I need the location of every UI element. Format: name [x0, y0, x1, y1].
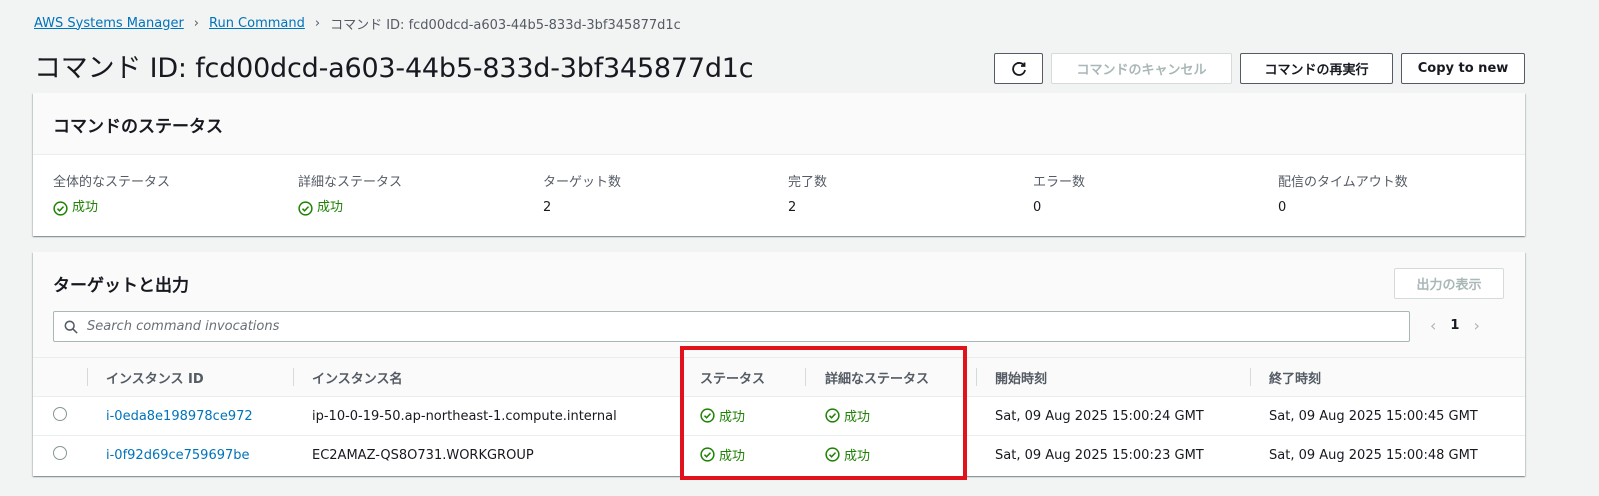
overall-status: 全体的なステータス 成功	[53, 173, 283, 219]
copy-to-new-button[interactable]: Copy to new	[1401, 53, 1525, 84]
pagination: ‹ 1 ›	[1430, 316, 1480, 335]
select-column-header	[33, 358, 87, 397]
start-time: Sat, 09 Aug 2025 15:00:24 GMT	[976, 396, 1250, 436]
check-circle-icon	[825, 447, 840, 462]
column-header-label: 詳細なステータス	[825, 371, 930, 387]
refresh-button[interactable]	[994, 53, 1043, 84]
refresh-icon	[1011, 61, 1026, 76]
show-output-button[interactable]: 出力の表示	[1394, 268, 1504, 299]
check-circle-icon	[700, 407, 715, 423]
stat-label: エラー数	[1033, 175, 1086, 190]
invocations-table: インスタンス ID インスタンス名 ステータス 詳細なステータス 開始時刻 終了…	[33, 358, 1525, 475]
start-time: Sat, 09 Aug 2025 15:00:23 GMT	[995, 447, 1204, 463]
stat-value: 2	[788, 200, 797, 215]
column-header-label: インスタンス ID	[106, 371, 204, 387]
check-circle-icon	[53, 200, 68, 216]
targets-output-panel: ターゲットと出力 出力の表示 ‹ 1 › インスタンス ID インスタンス名 ス…	[33, 252, 1525, 476]
table-row[interactable]: i-0eda8e198978ce972 ip-10-0-19-50.ap-nor…	[33, 396, 1525, 436]
end-time: Sat, 09 Aug 2025 15:00:45 GMT	[1250, 396, 1525, 436]
chevron-right-icon: ›	[193, 15, 199, 31]
stat-label: 配信のタイムアウト数	[1278, 175, 1408, 190]
chevron-right-icon[interactable]: ›	[1473, 316, 1479, 335]
search-input[interactable]	[87, 319, 1409, 334]
detailed-status-value: 成功	[844, 448, 871, 464]
targets-panel-title: ターゲットと出力	[53, 276, 189, 296]
column-header-detailed-status[interactable]: 詳細なステータス	[805, 358, 976, 397]
search-box	[53, 311, 1410, 342]
instance-id-link[interactable]: i-0f92d69ce759697be	[106, 448, 250, 463]
command-status-panel: コマンドのステータス 全体的なステータス 成功 詳細なステータス 成功 ターゲッ…	[33, 93, 1525, 236]
table-row[interactable]: i-0f92d69ce759697be EC2AMAZ-QS8O731.WORK…	[33, 436, 1525, 475]
stat-value: 2	[543, 200, 552, 215]
stat-label: 完了数	[788, 175, 828, 190]
instance-id-link[interactable]: i-0eda8e198978ce972	[106, 409, 253, 424]
breadcrumb-systems-manager-link[interactable]: AWS Systems Manager	[34, 16, 184, 31]
column-header-instance-name[interactable]: インスタンス名	[293, 358, 681, 397]
instance-name: ip-10-0-19-50.ap-northeast-1.compute.int…	[293, 396, 681, 436]
column-header-label: 終了時刻	[1269, 371, 1322, 387]
detailed-status: 詳細なステータス 成功	[298, 173, 528, 219]
breadcrumb-run-command-link[interactable]: Run Command	[209, 16, 305, 31]
stat-value: 0	[1033, 200, 1042, 215]
row-radio[interactable]	[53, 446, 67, 461]
page-number[interactable]: 1	[1450, 318, 1459, 333]
check-circle-icon	[700, 447, 715, 462]
chevron-right-icon: ›	[314, 15, 321, 31]
rerun-command-button[interactable]: コマンドの再実行	[1240, 53, 1393, 84]
target-count: ターゲット数 2	[543, 173, 773, 219]
column-header-label: ステータス	[700, 371, 766, 387]
row-radio[interactable]	[53, 407, 67, 421]
stat-label: 詳細なステータス	[298, 175, 403, 190]
stat-value: 成功	[72, 200, 99, 215]
instance-name: EC2AMAZ-QS8O731.WORKGROUP	[312, 447, 534, 463]
column-header-end-time[interactable]: 終了時刻	[1250, 358, 1525, 397]
end-time: Sat, 09 Aug 2025 15:00:48 GMT	[1269, 447, 1478, 463]
status-panel-title: コマンドのステータス	[33, 93, 1525, 155]
cancel-command-button[interactable]: コマンドのキャンセル	[1051, 53, 1232, 84]
column-header-start-time[interactable]: 開始時刻	[976, 358, 1250, 397]
check-circle-icon	[825, 407, 840, 423]
column-header-label: インスタンス名	[312, 371, 403, 387]
page-title: コマンド ID: fcd00dcd-a603-44b5-833d-3bf3458…	[34, 53, 754, 84]
stat-label: ターゲット数	[543, 175, 622, 190]
status-value: 成功	[719, 409, 746, 425]
detailed-status-value: 成功	[844, 409, 871, 425]
status-value: 成功	[719, 448, 746, 464]
completed-count: 完了数 2	[788, 173, 1018, 219]
chevron-left-icon[interactable]: ‹	[1430, 316, 1436, 335]
search-icon	[64, 320, 78, 334]
breadcrumb-current: コマンド ID: fcd00dcd-a603-44b5-833d-3bf3458…	[330, 17, 681, 33]
stat-value: 成功	[317, 200, 344, 215]
breadcrumb: AWS Systems Manager › Run Command › コマンド…	[34, 12, 681, 34]
column-header-label: 開始時刻	[995, 371, 1048, 387]
check-circle-icon	[298, 200, 313, 216]
column-header-instance-id[interactable]: インスタンス ID	[87, 358, 293, 397]
column-header-status[interactable]: ステータス	[681, 358, 805, 397]
stat-value: 0	[1278, 200, 1287, 215]
error-count: エラー数 0	[1033, 173, 1263, 219]
timeout-count: 配信のタイムアウト数 0	[1278, 173, 1508, 219]
stat-label: 全体的なステータス	[53, 175, 171, 190]
